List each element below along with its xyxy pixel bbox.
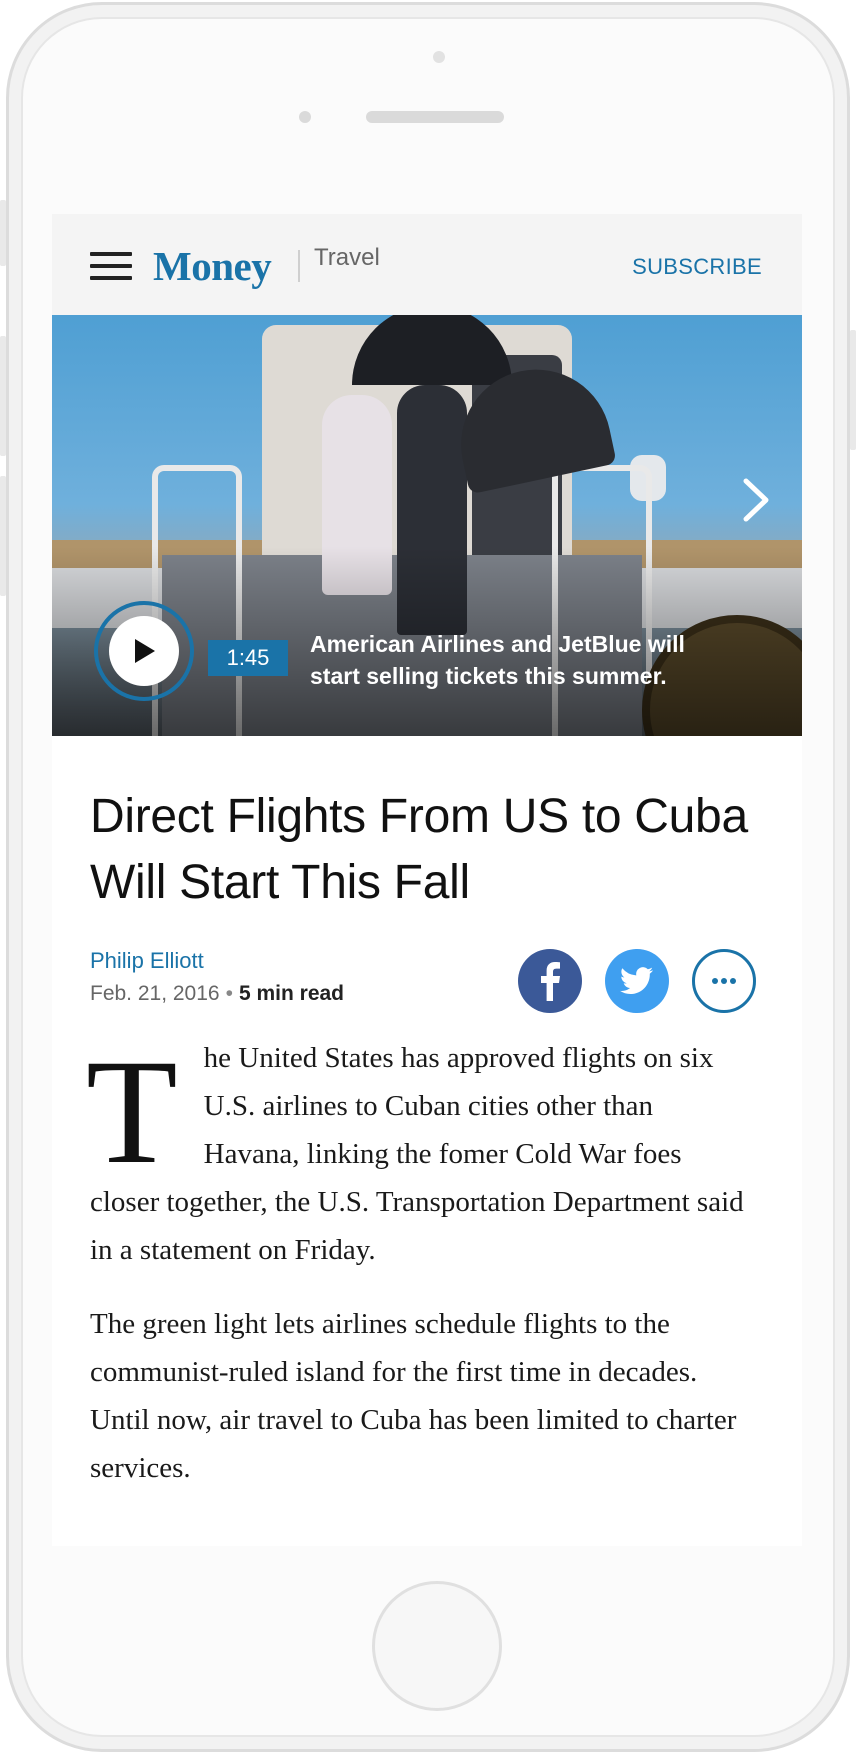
- phone-screen: Money Travel SUBSCRIBE 1:45 American Air…: [52, 214, 802, 1546]
- logo-divider: [298, 250, 300, 282]
- paragraph-1: The United States has approved flights o…: [86, 1029, 744, 1266]
- hero-video[interactable]: 1:45 American Airlines and JetBlue will …: [52, 315, 802, 736]
- power-button: [850, 330, 856, 450]
- paragraph-2: The green light lets airlines schedule f…: [90, 1308, 737, 1484]
- share-more-button[interactable]: [692, 949, 756, 1013]
- video-duration: 1:45: [208, 640, 288, 676]
- play-button[interactable]: [94, 601, 194, 701]
- facebook-icon: [541, 962, 560, 1001]
- hamburger-menu-icon[interactable]: [90, 252, 132, 280]
- site-header: Money Travel SUBSCRIBE: [52, 214, 802, 315]
- video-caption: American Airlines and JetBlue will start…: [310, 631, 685, 689]
- subscribe-link[interactable]: SUBSCRIBE: [632, 254, 762, 280]
- volume-up-button: [0, 336, 6, 456]
- drop-cap: T: [86, 1029, 178, 1195]
- brand-logo[interactable]: Money: [153, 242, 272, 290]
- more-icon: [712, 978, 736, 984]
- share-facebook-button[interactable]: [518, 949, 582, 1013]
- proximity-sensor: [299, 111, 311, 123]
- mute-switch: [0, 200, 6, 266]
- home-button[interactable]: [372, 1581, 502, 1711]
- front-camera: [433, 51, 445, 63]
- chevron-right-icon[interactable]: [736, 475, 776, 525]
- play-icon: [135, 639, 155, 663]
- article-meta: Feb. 21, 2016 • 5 min read: [90, 982, 345, 1005]
- section-label[interactable]: Travel: [314, 244, 380, 272]
- share-twitter-button[interactable]: [605, 949, 669, 1013]
- volume-down-button: [0, 476, 6, 596]
- read-time: 5 min read: [238, 982, 345, 1005]
- publish-date: Feb. 21, 2016: [90, 982, 220, 1005]
- author-link[interactable]: Philip Elliott: [90, 948, 204, 974]
- twitter-icon: [620, 967, 653, 994]
- article-title: Direct Flights From US to Cuba Will Star…: [90, 790, 748, 909]
- article-body: The United States has approved flights o…: [86, 1029, 750, 1518]
- earpiece-speaker: [366, 111, 504, 123]
